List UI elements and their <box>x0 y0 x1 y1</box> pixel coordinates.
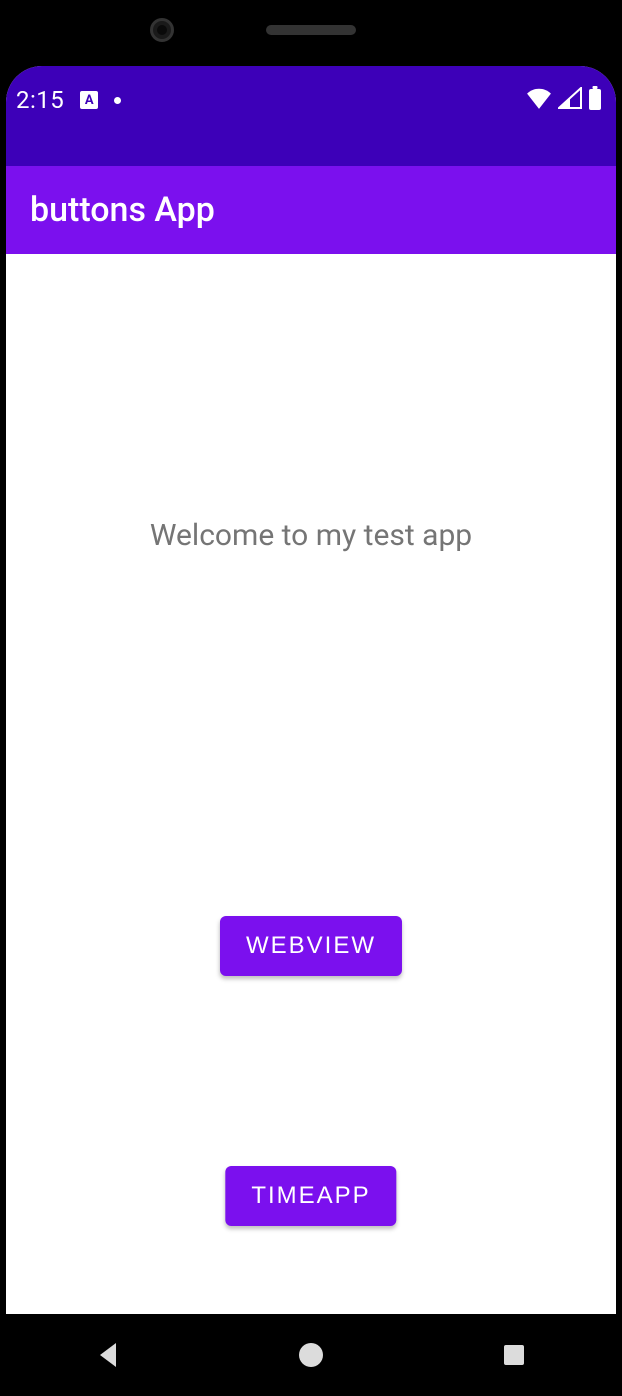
navigation-bar <box>6 1314 616 1396</box>
speaker-grill <box>266 25 356 35</box>
status-bar: 2:15 A <box>6 66 616 166</box>
back-icon[interactable] <box>92 1339 124 1371</box>
timeapp-button[interactable]: TIMEAPP <box>225 1166 396 1226</box>
status-right <box>526 86 602 110</box>
recent-apps-icon[interactable] <box>498 1339 530 1371</box>
status-left: 2:15 A <box>16 86 121 114</box>
cell-signal-icon <box>558 87 582 109</box>
webview-button[interactable]: WEBVIEW <box>220 916 402 976</box>
notch <box>0 10 622 50</box>
main-content: Welcome to my test app WEBVIEW TIMEAPP <box>6 254 616 1314</box>
notification-dot-icon <box>114 97 121 104</box>
welcome-text: Welcome to my test app <box>6 518 616 553</box>
app-bar: buttons App <box>6 166 616 254</box>
camera-lens <box>150 18 174 42</box>
screen: 2:15 A buttons App <box>6 66 616 1314</box>
battery-icon <box>588 86 602 110</box>
clock-text: 2:15 <box>16 86 64 114</box>
wifi-icon <box>526 87 552 109</box>
device-frame: 2:15 A buttons App <box>0 0 622 1396</box>
home-icon[interactable] <box>295 1339 327 1371</box>
appbar-title: buttons App <box>30 190 215 230</box>
keyboard-icon: A <box>80 91 98 109</box>
